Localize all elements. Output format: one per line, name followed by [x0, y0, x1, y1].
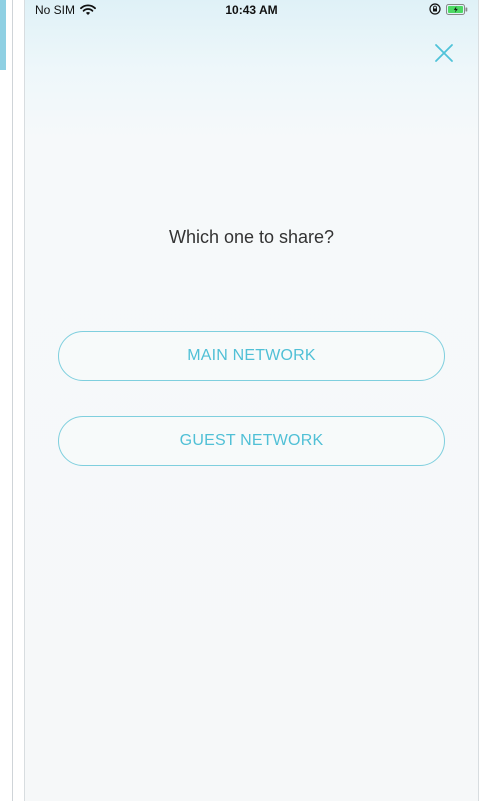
guest-network-button[interactable]: GUEST NETWORK — [58, 416, 445, 466]
status-time: 10:43 AM — [225, 3, 278, 17]
left-edge-accent — [0, 0, 6, 70]
close-button[interactable] — [432, 41, 456, 65]
left-edge-divider — [12, 0, 13, 801]
status-bar: No SIM 10:43 AM — [25, 0, 478, 22]
orientation-lock-icon — [429, 3, 441, 15]
page: No SIM 10:43 AM Which one to share? MAIN… — [0, 0, 479, 801]
status-right-icons — [429, 3, 468, 15]
share-network-screen: No SIM 10:43 AM Which one to share? MAIN… — [24, 0, 479, 801]
main-network-button[interactable]: MAIN NETWORK — [58, 331, 445, 381]
battery-icon — [446, 3, 468, 15]
share-question: Which one to share? — [168, 227, 335, 247]
close-icon — [435, 44, 453, 62]
